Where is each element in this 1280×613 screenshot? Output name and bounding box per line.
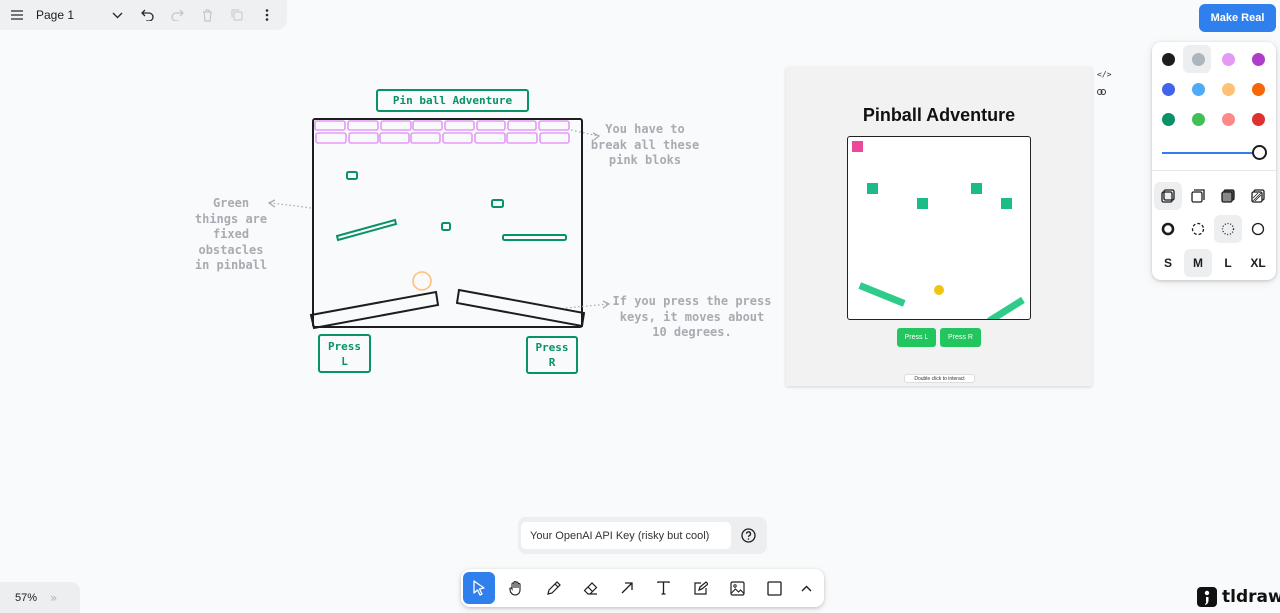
green-block [971, 183, 982, 194]
tool-bar [461, 569, 824, 607]
dash-draw-icon[interactable] [1154, 215, 1182, 243]
note-green-obstacles[interactable]: Green things are fixed obstacles in pinb… [190, 196, 272, 274]
pink-block [852, 141, 863, 152]
tldraw-wordmark: tldraw [1222, 587, 1280, 607]
opacity-slider-track[interactable] [1162, 152, 1257, 154]
preview-game-area[interactable] [847, 136, 1031, 320]
make-real-button[interactable]: Make Real [1199, 4, 1276, 32]
color-swatch[interactable] [1222, 113, 1235, 126]
hand-tool-icon[interactable] [500, 572, 532, 604]
select-tool-icon[interactable] [463, 572, 495, 604]
eraser-tool-icon[interactable] [574, 572, 606, 604]
color-swatch[interactable] [1252, 113, 1265, 126]
sketch-title-box[interactable]: Pin ball Adventure [376, 89, 529, 112]
sketch-right-flipper[interactable] [455, 288, 586, 328]
api-key-panel: Your OpenAI API Key (risky but cool) [518, 517, 767, 554]
size-xl-button[interactable]: XL [1244, 249, 1272, 277]
sketch-press-left[interactable]: Press L [318, 334, 371, 373]
style-panel: S M L XL [1152, 42, 1276, 280]
zoom-panel: 57% » [0, 582, 80, 613]
sketch-dotted-arrows[interactable] [267, 129, 611, 309]
right-flipper [987, 296, 1025, 319]
fill-solid-icon[interactable] [1214, 182, 1242, 210]
preview-title: Pinball Adventure [862, 105, 1016, 125]
green-block [917, 198, 928, 209]
note-press-keys[interactable]: If you press the press keys, it moves ab… [612, 294, 772, 341]
color-swatch[interactable] [1162, 53, 1175, 66]
color-swatch[interactable] [1252, 83, 1265, 96]
fill-semi-icon[interactable] [1184, 182, 1212, 210]
rectangle-tool-icon[interactable] [758, 572, 790, 604]
color-swatch[interactable] [1192, 53, 1205, 66]
color-swatch[interactable] [1162, 113, 1175, 126]
media-tool-icon[interactable] [721, 572, 753, 604]
link-icon[interactable] [1097, 88, 1106, 97]
help-icon[interactable] [738, 525, 758, 545]
tldraw-brand[interactable]: tldraw [1197, 587, 1280, 607]
color-swatch[interactable] [1192, 83, 1205, 96]
press-l-button[interactable]: Press L [897, 328, 936, 347]
fill-none-icon[interactable] [1154, 182, 1182, 210]
sketch-ball[interactable] [412, 271, 432, 291]
sketch-press-right[interactable]: Press R [526, 336, 578, 374]
note-pink-blocks[interactable]: You have to break all these pink bloks [590, 122, 700, 169]
chevron-up-icon[interactable] [790, 572, 822, 604]
green-block [1001, 198, 1012, 209]
note-tool-icon[interactable] [684, 572, 716, 604]
sketch-pink-bricks[interactable] [314, 120, 570, 144]
fill-pattern-icon[interactable] [1244, 182, 1272, 210]
color-swatch[interactable] [1162, 83, 1175, 96]
sketch-green-obstacles[interactable] [335, 171, 567, 242]
code-icon[interactable]: </> [1097, 70, 1111, 79]
color-swatch[interactable] [1222, 83, 1235, 96]
size-s-button[interactable]: S [1154, 249, 1182, 277]
api-key-input[interactable]: Your OpenAI API Key (risky but cool) [521, 522, 731, 549]
color-swatch[interactable] [1252, 53, 1265, 66]
color-swatch[interactable] [1222, 53, 1235, 66]
double-click-hint: Double click to interact [904, 374, 975, 383]
press-r-button[interactable]: Press R [940, 328, 981, 347]
text-tool-icon[interactable] [647, 572, 679, 604]
zoom-level[interactable]: 57% [0, 592, 50, 604]
expand-icon[interactable]: » [50, 591, 57, 605]
sketch-left-flipper[interactable] [309, 290, 440, 330]
ball [934, 285, 944, 295]
size-m-button[interactable]: M [1184, 249, 1212, 277]
generated-preview-frame[interactable]: Pinball Adventure Press L Press R Double… [786, 67, 1092, 386]
opacity-slider-knob[interactable] [1252, 145, 1267, 160]
size-l-button[interactable]: L [1214, 249, 1242, 277]
divider [1152, 170, 1276, 171]
color-swatch[interactable] [1192, 113, 1205, 126]
arrow-tool-icon[interactable] [611, 572, 643, 604]
dash-dotted-icon[interactable] [1214, 215, 1242, 243]
green-block [867, 183, 878, 194]
left-flipper [858, 282, 906, 307]
dash-solid-icon[interactable] [1244, 215, 1272, 243]
dash-dashed-icon[interactable] [1184, 215, 1212, 243]
tldraw-logo-icon [1197, 587, 1217, 607]
draw-tool-icon[interactable] [537, 572, 569, 604]
